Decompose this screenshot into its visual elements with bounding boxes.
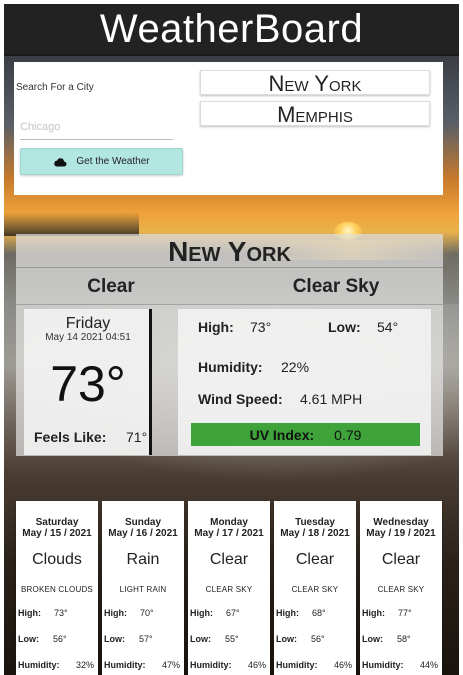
forecast-description: CLEAR SKY [291,585,339,594]
forecast-high-label: High: [104,608,127,618]
forecast-humidity-label: Humidity: [276,660,318,670]
forecast-high-label: High: [190,608,213,618]
forecast-card: Monday May / 17 / 2021 Clear CLEAR SKY H… [188,501,270,675]
current-temperature: 73° [50,356,126,412]
forecast-condition: Clouds [32,551,82,568]
forecast-card: Saturday May / 15 / 2021 Clouds BROKEN C… [16,501,98,675]
low-label: Low: [328,319,361,335]
page-background: WeatherBoard Search For a City Get the W… [4,4,459,675]
wind-speed-label: Wind Speed: [198,391,283,407]
forecast-date: May / 18 / 2021 [280,528,350,539]
forecast-humidity-label: Humidity: [104,660,146,670]
forecast-low-label: Low: [276,634,297,644]
shoreline-image [4,212,139,236]
current-day: Friday [65,315,111,332]
forecast-high-label: High: [18,608,41,618]
forecast-high-label: High: [362,608,385,618]
forecast-condition: Clear [209,551,249,568]
forecast-humidity-value: 46% [248,660,267,670]
app-header: WeatherBoard [4,4,459,54]
current-stats-card: High: 73° Low: 54° Humidity: 22% Wind Sp… [178,309,431,455]
forecast-day: Saturday [35,517,79,528]
forecast-day: Monday [210,517,248,528]
forecast-condition: Rain [126,551,160,568]
app-title: WeatherBoard [99,7,364,51]
current-datetime: May 14 2021 04:51 [45,332,131,343]
forecast-humidity-label: Humidity: [18,660,60,670]
low-value: 54° [377,319,399,335]
uv-index-badge: UV Index: 0.79 [191,423,420,446]
forecast-date: May / 17 / 2021 [194,528,264,539]
forecast-condition: Clear [381,551,421,568]
forecast-day: Sunday [124,517,162,528]
forecast-humidity-label: Humidity: [190,660,232,670]
forecast-high-value: 68° [312,608,326,618]
humidity-value: 22% [281,359,310,375]
humidity-label: Humidity: [198,359,263,375]
forecast-description: CLEAR SKY [377,585,425,594]
forecast-date: May / 15 / 2021 [22,528,92,539]
cloud-icon [54,157,67,166]
search-panel: Search For a City Get the Weather New Yo… [14,62,443,195]
forecast-humidity-label: Humidity: [362,660,404,670]
forecast-high-value: 70° [140,608,154,618]
get-weather-label: Get the Weather [76,156,150,167]
wind-speed-value: 4.61 MPH [300,391,363,407]
history-city-button[interactable]: Memphis [200,101,430,127]
forecast-low-label: Low: [104,634,125,644]
forecast-condition: Clear [295,551,335,568]
forecast-humidity-value: 46% [334,660,353,670]
feels-like-label: Feels Like: [34,429,107,445]
feels-like-value: 71° [126,429,148,445]
forecast-low-label: Low: [362,634,383,644]
forecast-low-value: 55° [225,634,239,644]
forecast-day: Wednesday [373,517,429,528]
forecast-low-value: 58° [397,634,411,644]
forecast-day: Tuesday [295,517,335,528]
forecast-high-value: 77° [398,608,412,618]
current-city-name: New York [16,234,443,268]
forecast-description: BROKEN CLOUDS [21,585,93,594]
get-weather-button[interactable]: Get the Weather [20,148,183,175]
forecast-high-label: High: [276,608,299,618]
forecast-high-value: 67° [226,608,240,618]
divider [16,304,443,305]
forecast-low-value: 56° [53,634,67,644]
forecast-card: Tuesday May / 18 / 2021 Clear CLEAR SKY … [274,501,356,675]
uv-index-value: 0.79 [334,426,362,443]
forecast-humidity-value: 47% [162,660,181,670]
forecast-date: May / 16 / 2021 [108,528,178,539]
forecast-card: Sunday May / 16 / 2021 Rain LIGHT RAIN H… [102,501,184,675]
forecast-low-label: Low: [190,634,211,644]
forecast-humidity-value: 32% [76,660,95,670]
current-temp-card: Friday May 14 2021 04:51 73° Feels Like:… [24,309,152,455]
forecast-low-label: Low: [18,634,39,644]
forecast-card: Wednesday May / 19 / 2021 Clear CLEAR SK… [360,501,442,675]
city-search-input[interactable] [20,114,173,140]
history-city-button[interactable]: New York [200,70,430,96]
search-label: Search For a City [16,82,94,93]
uv-index-label: UV Index: [249,426,315,443]
forecast-date: May / 19 / 2021 [366,528,436,539]
forecast-description: LIGHT RAIN [119,585,167,594]
high-value: 73° [250,319,272,335]
forecast-high-value: 73° [54,608,68,618]
current-weather-panel: New York Clear Clear Sky Friday May 14 2… [16,234,443,456]
high-label: High: [198,319,234,335]
current-description: Clear Sky [292,276,380,297]
forecast-description: CLEAR SKY [205,585,253,594]
forecast-low-value: 57° [139,634,153,644]
forecast-low-value: 56° [311,634,325,644]
forecast-humidity-value: 44% [420,660,439,670]
current-condition: Clear [87,276,135,297]
